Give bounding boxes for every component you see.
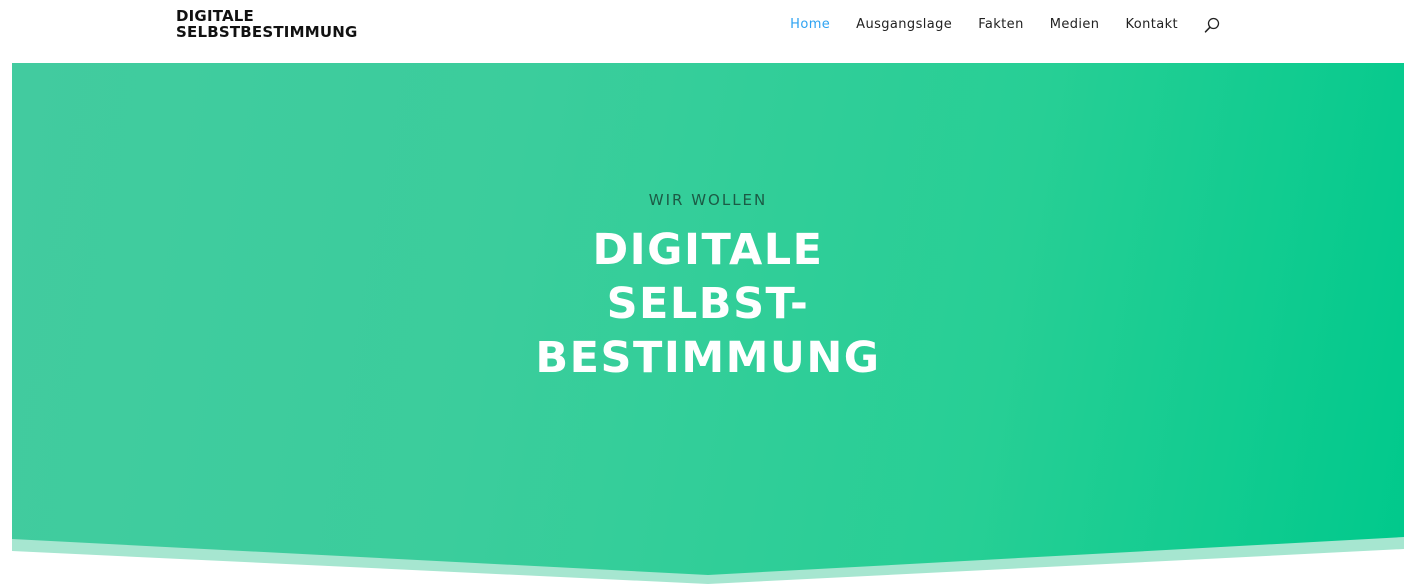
hero-headline-line-1: DIGITALE: [592, 225, 824, 275]
nav-item-ausgangslage[interactable]: Ausgangslage: [856, 18, 952, 32]
hero-subtitle: WIR WOLLEN: [648, 191, 768, 209]
nav-item-kontakt[interactable]: Kontakt: [1125, 18, 1178, 32]
nav-item-medien[interactable]: Medien: [1050, 18, 1100, 32]
nav-item-fakten[interactable]: Fakten: [978, 18, 1024, 32]
search-icon[interactable]: [1204, 17, 1220, 33]
section-divider: [12, 537, 1404, 584]
main-nav: Home Ausgangslage Fakten Medien Kontakt: [790, 17, 1220, 33]
hero-headline-line-3: BESTIMMUNG: [535, 333, 881, 383]
nav-item-home[interactable]: Home: [790, 18, 830, 32]
logo-line-2: SELBSTBESTIMMUNG: [176, 23, 358, 41]
logo-line-1: DIGITALE: [176, 7, 255, 25]
site-logo[interactable]: DIGITALE SELBSTBESTIMMUNG: [176, 8, 357, 40]
hero-section: WIR WOLLEN DIGITALE SELBST- BESTIMMUNG: [12, 63, 1404, 584]
site-header: DIGITALE SELBSTBESTIMMUNG Home Ausgangsl…: [0, 0, 1404, 63]
hero-headline-line-2: SELBST-: [606, 279, 810, 329]
left-edge: [0, 535, 12, 584]
hero-headline: DIGITALE SELBST- BESTIMMUNG: [12, 223, 1404, 385]
